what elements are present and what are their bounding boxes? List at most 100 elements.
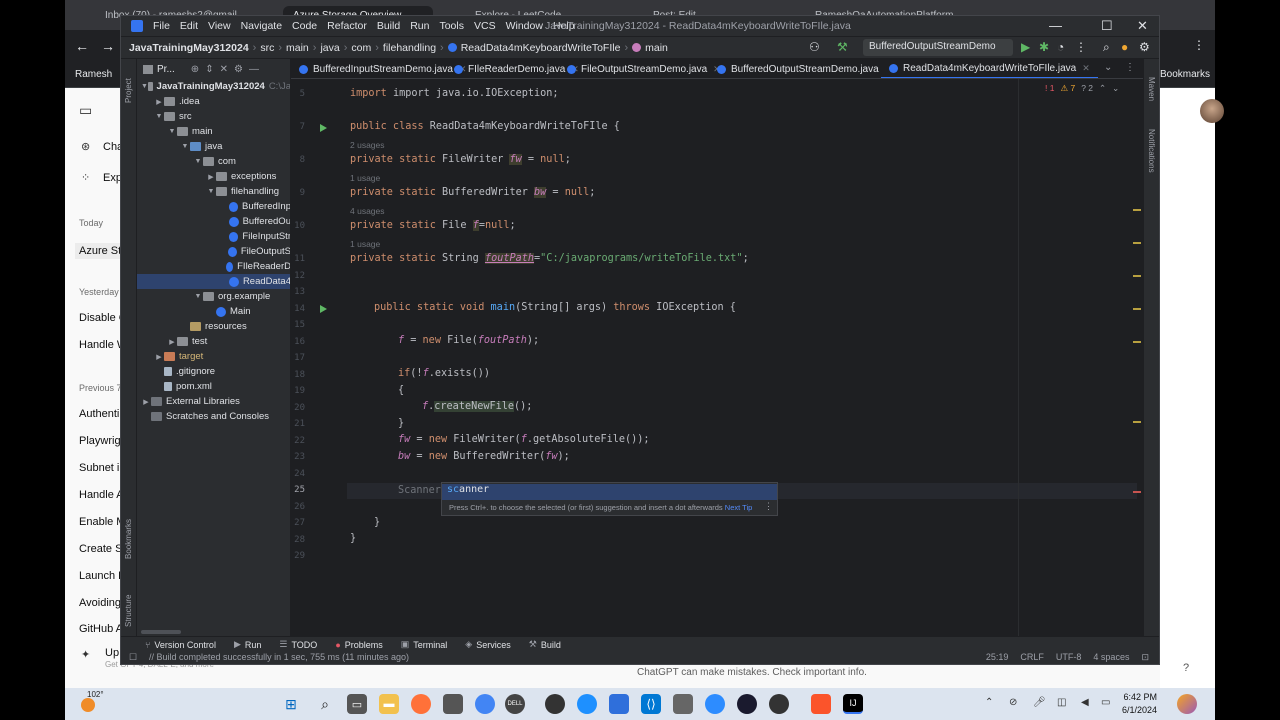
- weather-temp[interactable]: 102°: [87, 690, 104, 699]
- volume-icon[interactable]: ◀: [1081, 697, 1089, 708]
- project-tree-item[interactable]: ▶ External Libraries: [137, 394, 290, 409]
- caret-position[interactable]: 25:19: [986, 652, 1009, 663]
- menu-code[interactable]: Code: [292, 20, 317, 32]
- project-tree-item[interactable]: ▶ .idea: [137, 94, 290, 109]
- project-panel-title[interactable]: Pr...: [157, 64, 175, 75]
- tab-buffered-output[interactable]: BufferedOutputStreamDemo.java✕: [709, 59, 900, 78]
- menu-run[interactable]: Run: [410, 20, 429, 32]
- menu-vcs[interactable]: VCS: [474, 20, 496, 32]
- forward-icon[interactable]: →: [101, 38, 115, 54]
- project-tree-item[interactable]: ▶ exceptions: [137, 169, 290, 184]
- sidebar-toggle-icon[interactable]: ▭: [79, 102, 92, 119]
- run-icon[interactable]: ▶: [1021, 40, 1030, 54]
- warning-marker[interactable]: [1133, 421, 1141, 423]
- tool-build[interactable]: ⚒ Build: [529, 639, 561, 650]
- project-tree-item[interactable]: ▼ com: [137, 154, 290, 169]
- edge-icon[interactable]: [577, 694, 597, 714]
- indent-setting[interactable]: 4 spaces: [1093, 652, 1129, 663]
- tool-version-control[interactable]: ⑂ Version Control: [145, 640, 216, 650]
- project-tree-item[interactable]: ReadData4: [137, 274, 290, 289]
- app-icon[interactable]: [443, 694, 463, 714]
- chat-item[interactable]: Azure Sto: [75, 243, 125, 259]
- menu-edit[interactable]: Edit: [180, 20, 198, 32]
- chevron-right-icon[interactable]: ▶: [141, 398, 151, 406]
- notifications-tool-tab[interactable]: Notifications: [1147, 129, 1156, 173]
- error-marker[interactable]: [1133, 491, 1141, 493]
- structure-tool-tab[interactable]: Structure: [124, 595, 133, 627]
- file-explorer-icon[interactable]: ▬: [379, 694, 399, 714]
- line-separator[interactable]: CRLF: [1020, 652, 1044, 663]
- hide-panel-icon[interactable]: —: [249, 64, 259, 75]
- menu-navigate[interactable]: Navigate: [241, 20, 282, 32]
- microphone-icon[interactable]: 🎤︎: [1033, 697, 1046, 708]
- project-tree-item[interactable]: BufferedOu: [137, 214, 290, 229]
- zoom-icon[interactable]: [705, 694, 725, 714]
- taskbar-clock[interactable]: 6:42 PM 6/1/2024: [1122, 691, 1157, 717]
- network-icon[interactable]: ◫: [1057, 697, 1066, 708]
- tab-fileoutput[interactable]: FileOutputStreamDemo.java✕: [559, 59, 729, 78]
- chat-item[interactable]: Authenti: [79, 408, 119, 420]
- project-tree-item[interactable]: FIleReaderD: [137, 259, 290, 274]
- next-highlight-icon[interactable]: ⌄: [1112, 83, 1119, 94]
- project-tree-item[interactable]: ▼ main: [137, 124, 290, 139]
- breadcrumb-method[interactable]: main: [645, 42, 668, 54]
- warning-marker[interactable]: [1133, 275, 1141, 277]
- project-tree-item[interactable]: Scratches and Consoles: [137, 409, 290, 424]
- dell-icon[interactable]: DELL: [505, 694, 525, 714]
- app-icon[interactable]: [673, 694, 693, 714]
- expand-icon[interactable]: ✕: [220, 64, 228, 75]
- bookmark-ramesh[interactable]: Ramesh: [75, 69, 112, 80]
- chevron-right-icon[interactable]: ▶: [167, 338, 177, 346]
- back-icon[interactable]: ←: [75, 38, 89, 54]
- breadcrumb-src[interactable]: src: [260, 42, 274, 54]
- project-tree-item[interactable]: ▼ filehandling: [137, 184, 290, 199]
- brave-icon[interactable]: [811, 694, 831, 714]
- more-actions-icon[interactable]: ⋮: [1075, 40, 1087, 54]
- firefox-icon[interactable]: [411, 694, 431, 714]
- project-tree-item[interactable]: ▶ test: [137, 334, 290, 349]
- menu-window[interactable]: Window: [506, 20, 543, 32]
- maven-tool-tab[interactable]: Maven: [1147, 77, 1156, 101]
- search-taskbar-icon[interactable]: ⌕: [315, 694, 335, 714]
- breadcrumb-class[interactable]: ReadData4mKeyboardWriteToFIle: [461, 42, 621, 54]
- tray-chevron-icon[interactable]: ⌃: [985, 697, 993, 708]
- breadcrumb-java[interactable]: java: [320, 42, 339, 54]
- vcs-user-icon[interactable]: ⚇: [809, 40, 820, 54]
- chevron-down-icon[interactable]: ▼: [167, 128, 177, 135]
- taskview-icon[interactable]: ▭: [347, 694, 367, 714]
- settings-icon[interactable]: ⚙: [1139, 40, 1150, 54]
- chevron-down-icon[interactable]: ▼: [141, 83, 148, 90]
- warning-marker[interactable]: [1133, 308, 1141, 310]
- warning-marker[interactable]: [1133, 341, 1141, 343]
- menu-refactor[interactable]: Refactor: [327, 20, 367, 32]
- warning-marker[interactable]: [1133, 242, 1141, 244]
- app-icon[interactable]: [769, 694, 789, 714]
- vscode-icon[interactable]: ⟨⟩: [641, 694, 661, 714]
- run-class-gutter-icon[interactable]: [320, 124, 327, 132]
- breadcrumb-filehandling[interactable]: filehandling: [383, 42, 436, 54]
- coverage-icon[interactable]: ◔: [1057, 40, 1064, 54]
- project-tree-item[interactable]: ▼ java: [137, 139, 290, 154]
- project-scrollbar[interactable]: [137, 628, 290, 636]
- close-icon[interactable]: ✕: [1137, 18, 1148, 34]
- chat-item[interactable]: GitHub A: [79, 623, 123, 635]
- gear-icon[interactable]: ⚙: [234, 64, 243, 75]
- lock-icon[interactable]: ⊡: [1141, 652, 1149, 663]
- completion-menu-icon[interactable]: ⋮: [764, 501, 773, 512]
- project-tree-item[interactable]: FileOutputS: [137, 244, 290, 259]
- completion-item[interactable]: scanner: [442, 484, 777, 500]
- battery-icon[interactable]: ▭: [1101, 697, 1110, 708]
- chat-item[interactable]: Handle A: [79, 489, 124, 501]
- chat-item[interactable]: Avoiding: [79, 597, 121, 609]
- tool-todo[interactable]: ☰ TODO: [279, 639, 317, 650]
- breadcrumb-main[interactable]: main: [286, 42, 309, 54]
- usage-hint[interactable]: 1 usage: [350, 239, 380, 249]
- app-icon[interactable]: [737, 694, 757, 714]
- user-avatar[interactable]: [1200, 99, 1224, 123]
- build-hammer-icon[interactable]: ⚒: [837, 40, 848, 54]
- target-icon[interactable]: ⊕: [191, 64, 199, 75]
- chevron-down-icon[interactable]: ▼: [206, 188, 216, 195]
- run-main-gutter-icon[interactable]: [320, 305, 327, 313]
- next-tip-link[interactable]: Next Tip: [725, 503, 753, 512]
- tab-readdata[interactable]: ReadData4mKeyboardWriteToFIle.java ✕: [881, 59, 1098, 78]
